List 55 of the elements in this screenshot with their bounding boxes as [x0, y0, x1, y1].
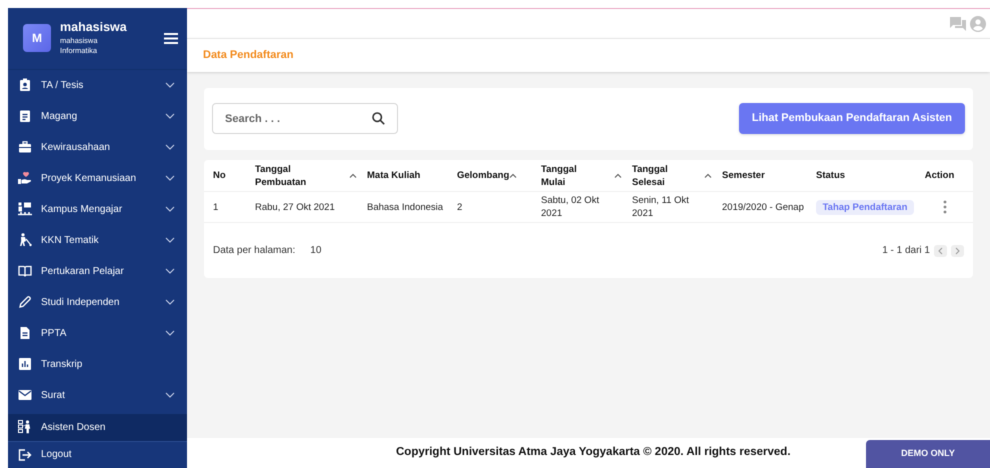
user-name: mahasiswa [60, 20, 128, 34]
sidebar-item[interactable]: TA / Tesis [8, 70, 187, 101]
per-page-value[interactable]: 10 [310, 243, 322, 258]
column-header: Mata Kuliah [367, 169, 420, 182]
search-field[interactable]: Search . . . [212, 103, 398, 134]
teacher-class-icon [18, 202, 32, 216]
search-icon[interactable] [372, 112, 385, 125]
table-cell-text: Sabtu, 02 Okt 2021 [541, 194, 600, 220]
table-cell-text: 2019/2020 - Genap [722, 200, 805, 214]
logout-icon [18, 448, 32, 462]
open-registration-button[interactable]: Lihat Pembukaan Pendaftaran Asisten [738, 103, 965, 134]
table-cell-text: 1 [213, 200, 220, 214]
column-header[interactable]: Tanggal Selesai [632, 162, 690, 188]
sidebar-item[interactable]: KKN Tematik [8, 224, 187, 256]
column-header: Status [816, 169, 846, 182]
breadcrumb-title: Data Pendaftaran [203, 48, 294, 64]
teaching-assistant-icon [18, 420, 32, 434]
table-cell-text: Rabu, 27 Okt 2021 [255, 200, 336, 214]
demo-badge: DEMO ONLY [866, 440, 990, 468]
column-header: Action [924, 169, 954, 182]
badge-icon [18, 78, 32, 92]
column-header[interactable]: Tanggal Pembuatan [255, 162, 313, 188]
sidebar-item[interactable]: Kewirausahaan [8, 132, 187, 163]
table-cell-text: Senin, 11 Okt 2021 [632, 194, 690, 220]
briefcase-icon [18, 140, 32, 154]
bar-chart-icon [18, 357, 32, 372]
column-header[interactable]: Tanggal Mulai [541, 162, 599, 188]
sidebar-item[interactable]: Magang [8, 100, 187, 132]
column-header: No [213, 169, 226, 182]
envelope-icon [18, 388, 32, 402]
digging-person-icon [18, 233, 32, 248]
per-page-label: Data per halaman: [213, 244, 296, 258]
pencil-icon [18, 295, 32, 310]
sidebar-item[interactable]: Transkrip [8, 348, 187, 380]
sidebar-item[interactable]: Kampus Mengajar [8, 194, 187, 225]
column-header[interactable]: Gelombang [457, 169, 510, 182]
sidebar-item[interactable]: Asisten Dosen [8, 414, 187, 441]
more-options-icon[interactable] [942, 200, 946, 214]
copyright-text: Copyright Universitas Atma Jaya Yogyakarta © 2020. All rights reserved. [396, 445, 791, 460]
avatar: M [23, 24, 51, 52]
column-header: Semester [722, 169, 765, 182]
sidebar-item[interactable]: PPTA [8, 318, 187, 349]
menu-icon[interactable] [164, 32, 178, 44]
sidebar-item[interactable]: Surat [8, 380, 187, 411]
table-cell-text: 2 [457, 200, 464, 214]
page-range: 1 - 1 dari 1 [882, 244, 930, 258]
hand-heart-icon [18, 171, 32, 186]
status-badge: Tahap Pendaftaran [816, 200, 914, 214]
sidebar-item[interactable]: Studi Independen [8, 286, 187, 318]
clipboard-icon [18, 109, 32, 124]
sidebar-item[interactable]: Proyek Kemanusiaan [8, 162, 187, 194]
table-cell-text: Bahasa Indonesia [367, 200, 444, 214]
open-book-icon [18, 264, 32, 278]
sidebar-item[interactable]: Pertukaran Pelajar [8, 256, 187, 287]
document-icon [18, 326, 32, 340]
